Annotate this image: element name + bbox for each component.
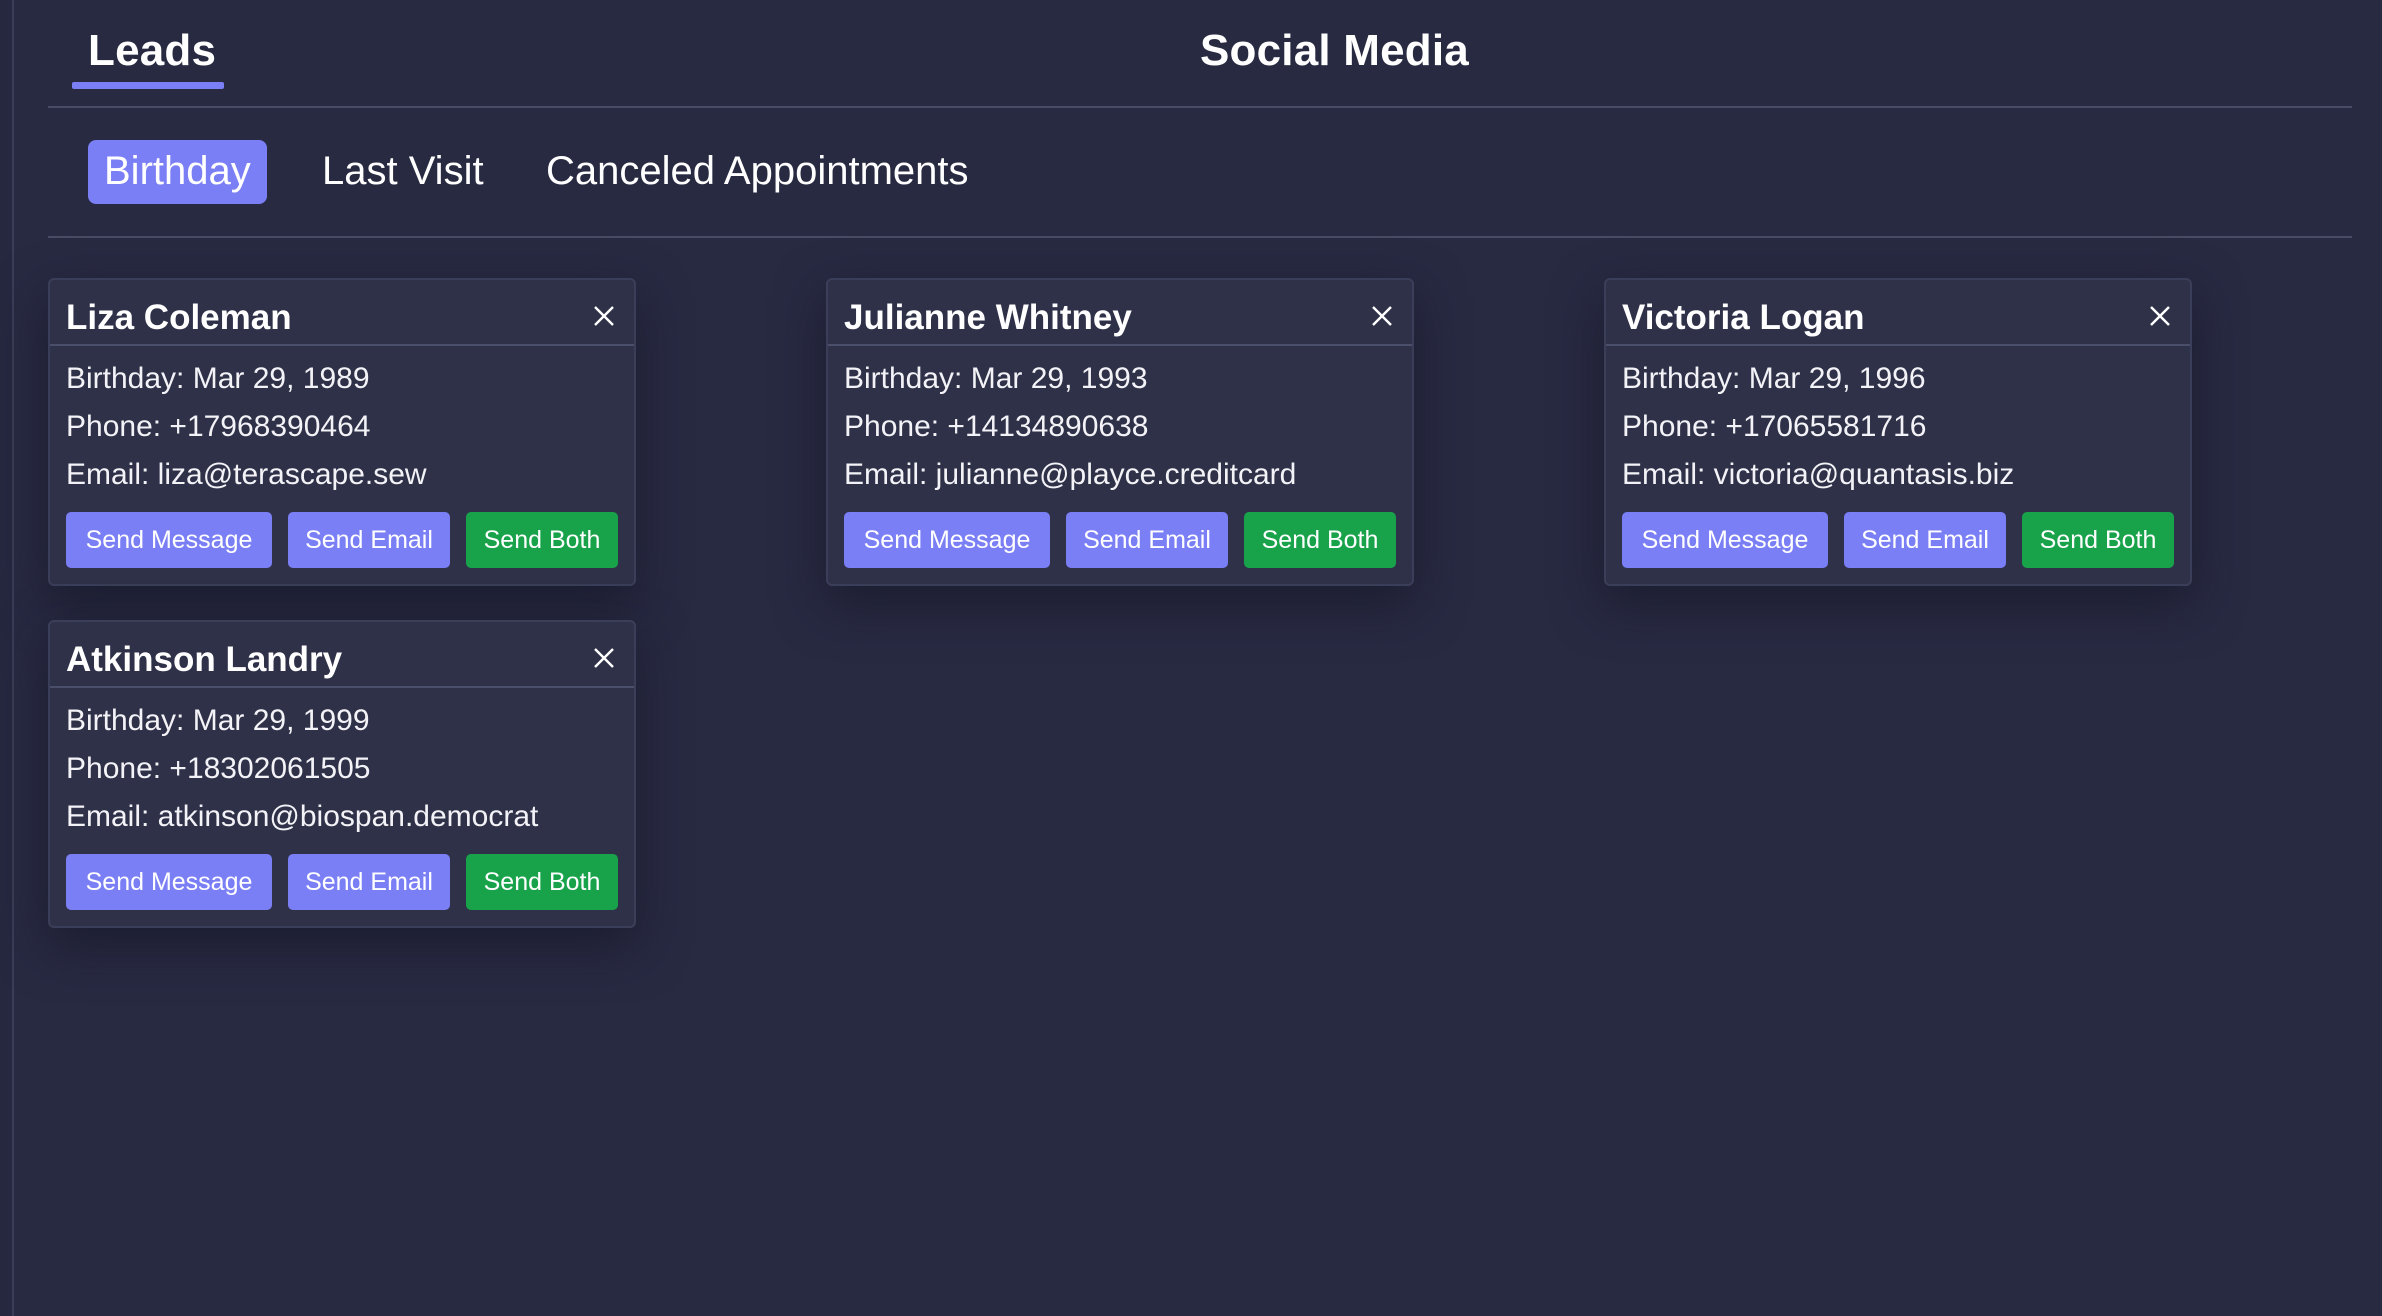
- send-both-button[interactable]: Send Both: [466, 854, 618, 910]
- send-email-button[interactable]: Send Email: [288, 512, 450, 568]
- lead-card: Liza Coleman Birthday: Mar 29, 1989 Phon…: [48, 278, 636, 586]
- lead-birthday: Birthday: Mar 29, 1993: [844, 362, 1148, 395]
- top-nav: Leads Social Media: [48, 0, 2352, 108]
- send-both-button[interactable]: Send Both: [2022, 512, 2174, 568]
- active-tab-indicator: [72, 82, 224, 89]
- send-email-button[interactable]: Send Email: [1066, 512, 1228, 568]
- lead-phone: Phone: +17968390464: [66, 410, 371, 443]
- tab-leads[interactable]: Leads: [72, 26, 224, 89]
- send-email-button[interactable]: Send Email: [1844, 512, 2006, 568]
- lead-email: Email: atkinson@biospan.democrat: [66, 800, 539, 833]
- lead-phone: Phone: +17065581716: [1622, 410, 1927, 443]
- filter-tabs: Birthday Last Visit Canceled Appointment…: [48, 110, 2352, 238]
- lead-card-header: Liza Coleman: [50, 280, 634, 346]
- send-both-button[interactable]: Send Both: [1244, 512, 1396, 568]
- tab-social-media-label: Social Media: [1200, 26, 1469, 75]
- lead-email: Email: victoria@quantasis.biz: [1622, 458, 2015, 491]
- lead-card: Atkinson Landry Birthday: Mar 29, 1999 P…: [48, 620, 636, 928]
- lead-card-header: Victoria Logan: [1606, 280, 2190, 346]
- lead-email: Email: julianne@playce.creditcard: [844, 458, 1297, 491]
- send-email-button[interactable]: Send Email: [288, 854, 450, 910]
- filter-tab-birthday[interactable]: Birthday: [88, 140, 267, 204]
- close-icon[interactable]: [592, 646, 616, 670]
- lead-card-header: Atkinson Landry: [50, 622, 634, 688]
- lead-phone: Phone: +14134890638: [844, 410, 1149, 443]
- send-both-button[interactable]: Send Both: [466, 512, 618, 568]
- left-rail: [0, 0, 14, 1316]
- send-message-button[interactable]: Send Message: [66, 854, 272, 910]
- lead-name: Atkinson Landry: [66, 640, 343, 679]
- close-icon[interactable]: [1370, 304, 1394, 328]
- tab-leads-label: Leads: [88, 26, 217, 75]
- send-message-button[interactable]: Send Message: [66, 512, 272, 568]
- lead-name: Victoria Logan: [1622, 298, 1865, 337]
- lead-birthday: Birthday: Mar 29, 1989: [66, 362, 370, 395]
- tab-social-media[interactable]: Social Media: [1200, 26, 1469, 76]
- close-icon[interactable]: [592, 304, 616, 328]
- lead-name: Liza Coleman: [66, 298, 292, 337]
- lead-birthday: Birthday: Mar 29, 1999: [66, 704, 370, 737]
- close-icon[interactable]: [2148, 304, 2172, 328]
- lead-phone: Phone: +18302061505: [66, 752, 371, 785]
- lead-card-header: Julianne Whitney: [828, 280, 1412, 346]
- lead-card: Julianne Whitney Birthday: Mar 29, 1993 …: [826, 278, 1414, 586]
- lead-birthday: Birthday: Mar 29, 1996: [1622, 362, 1926, 395]
- filter-tab-canceled-appointments[interactable]: Canceled Appointments: [546, 140, 969, 204]
- send-message-button[interactable]: Send Message: [844, 512, 1050, 568]
- lead-name: Julianne Whitney: [844, 298, 1132, 337]
- lead-email: Email: liza@terascape.sew: [66, 458, 427, 491]
- send-message-button[interactable]: Send Message: [1622, 512, 1828, 568]
- filter-tab-last-visit[interactable]: Last Visit: [322, 140, 484, 204]
- lead-card: Victoria Logan Birthday: Mar 29, 1996 Ph…: [1604, 278, 2192, 586]
